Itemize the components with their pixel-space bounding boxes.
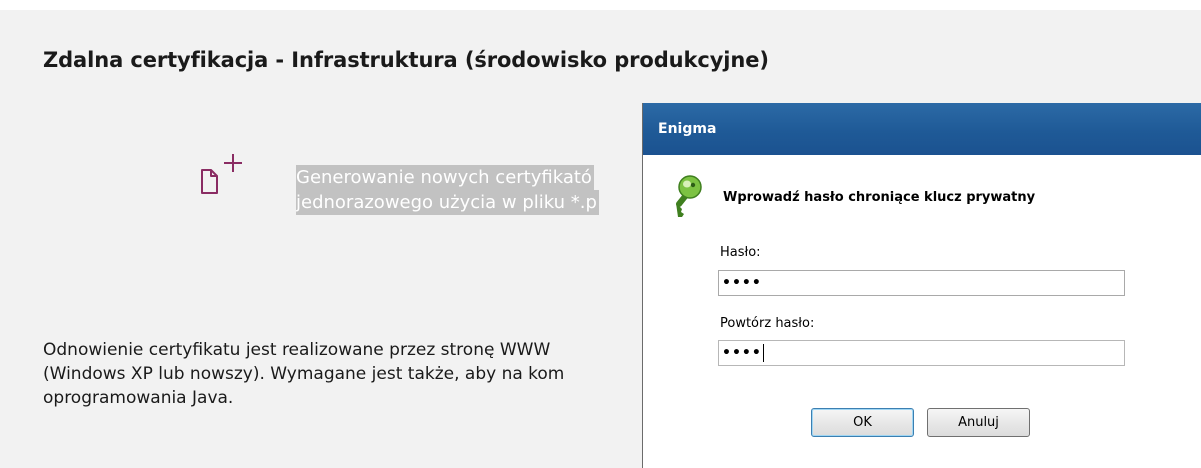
ok-button[interactable]: OK xyxy=(811,408,914,437)
dialog-title: Enigma xyxy=(658,121,717,137)
info-line-2: (Windows XP lub nowszy). Wymagane jest t… xyxy=(43,364,565,384)
info-line-3: oprogramowania Java. xyxy=(43,388,234,408)
repeat-password-field[interactable]: •••• xyxy=(718,340,1125,366)
cancel-button[interactable]: Anuluj xyxy=(927,408,1030,437)
dialog-prompt: Wprowadź hasło chroniące klucz prywatny xyxy=(723,190,1036,205)
password-dialog: Enigma Wprowadź hasło chroniące klucz pr… xyxy=(642,103,1201,468)
info-line-1: Odnowienie certyfikatu jest realizowane … xyxy=(43,340,551,360)
password-field[interactable]: •••• xyxy=(718,270,1125,296)
generate-line-1: Generowanie nowych certyfikató xyxy=(296,165,594,190)
password-label: Hasło: xyxy=(720,245,761,260)
renewal-info: Odnowienie certyfikatu jest realizowane … xyxy=(43,338,643,410)
generate-certificates-link[interactable]: Generowanie nowych certyfikató jednorazo… xyxy=(296,165,646,215)
page: Zdalna certyfikacja - Infrastruktura (śr… xyxy=(0,0,1201,468)
repeat-password-value: •••• xyxy=(722,345,762,361)
password-value: •••• xyxy=(722,275,762,291)
key-icon xyxy=(676,175,702,217)
repeat-password-label: Powtórz hasło: xyxy=(720,316,815,331)
page-title: Zdalna certyfikacja - Infrastruktura (śr… xyxy=(43,48,769,72)
text-caret xyxy=(762,344,764,362)
new-document-icon[interactable] xyxy=(198,152,258,212)
dialog-titlebar[interactable]: Enigma xyxy=(643,103,1201,155)
generate-line-2: jednorazowego użycia w pliku *.p xyxy=(296,190,599,215)
